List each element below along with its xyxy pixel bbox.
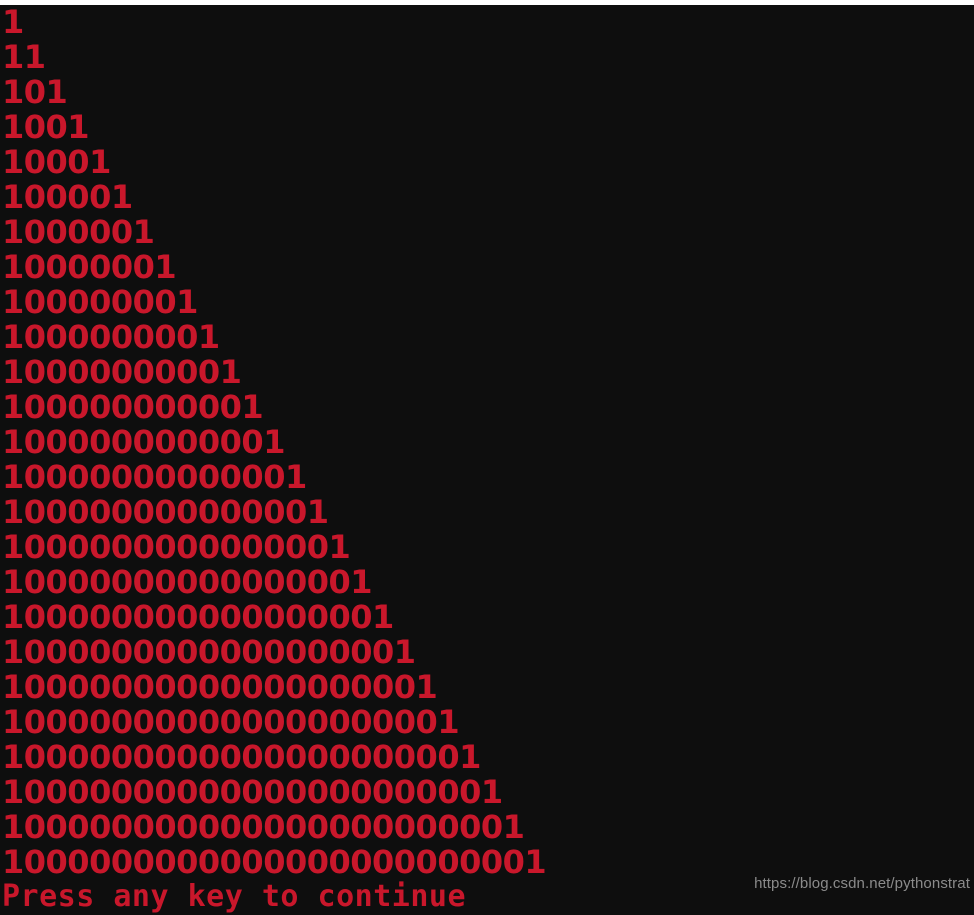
console-line: 1 [2, 5, 24, 40]
console-line: 10001 [2, 145, 111, 180]
console-line: 10000001 [2, 250, 177, 285]
console-line: 10000000000000000001 [2, 670, 438, 705]
console-screen[interactable]: 1 11 101 1001 10001 100001 1000001 10000001 1000… [0, 5, 974, 915]
console-line: 100000000000000000001 [2, 705, 460, 740]
console-line: 1000000000000001 [2, 530, 351, 565]
console-line: 1000000000000000000001 [2, 740, 481, 775]
console-line: 100001 [2, 180, 133, 215]
console-line: 100000001 [2, 285, 198, 320]
console-line: 1000000000000000001 [2, 635, 416, 670]
console-line: 10000000001 [2, 355, 242, 390]
console-line: 11 [2, 40, 46, 75]
console-output: 1 11 101 1001 10001 100001 1000001 10000001 1000… [0, 5, 974, 914]
console-line: 1000000001 [2, 320, 220, 355]
console-line: 1000000000001 [2, 425, 285, 460]
console-line: 1001 [2, 110, 90, 145]
console-line: 10000000000000001 [2, 565, 373, 600]
console-line: 100000000000000000000001 [2, 810, 525, 845]
console-line: 10000000000001 [2, 460, 307, 495]
console-line: 101 [2, 75, 68, 110]
console-line: 1000001 [2, 215, 155, 250]
console-line: 100000000001 [2, 390, 264, 425]
console-line: 100000000000000001 [2, 600, 394, 635]
watermark-url: https://blog.csdn.net/pythonstrat [754, 875, 970, 892]
console-line: 10000000000000000000001 [2, 775, 503, 810]
console-window: 1 11 101 1001 10001 100001 1000001 10000001 1000… [0, 0, 974, 915]
console-line: 100000000000001 [2, 495, 329, 530]
